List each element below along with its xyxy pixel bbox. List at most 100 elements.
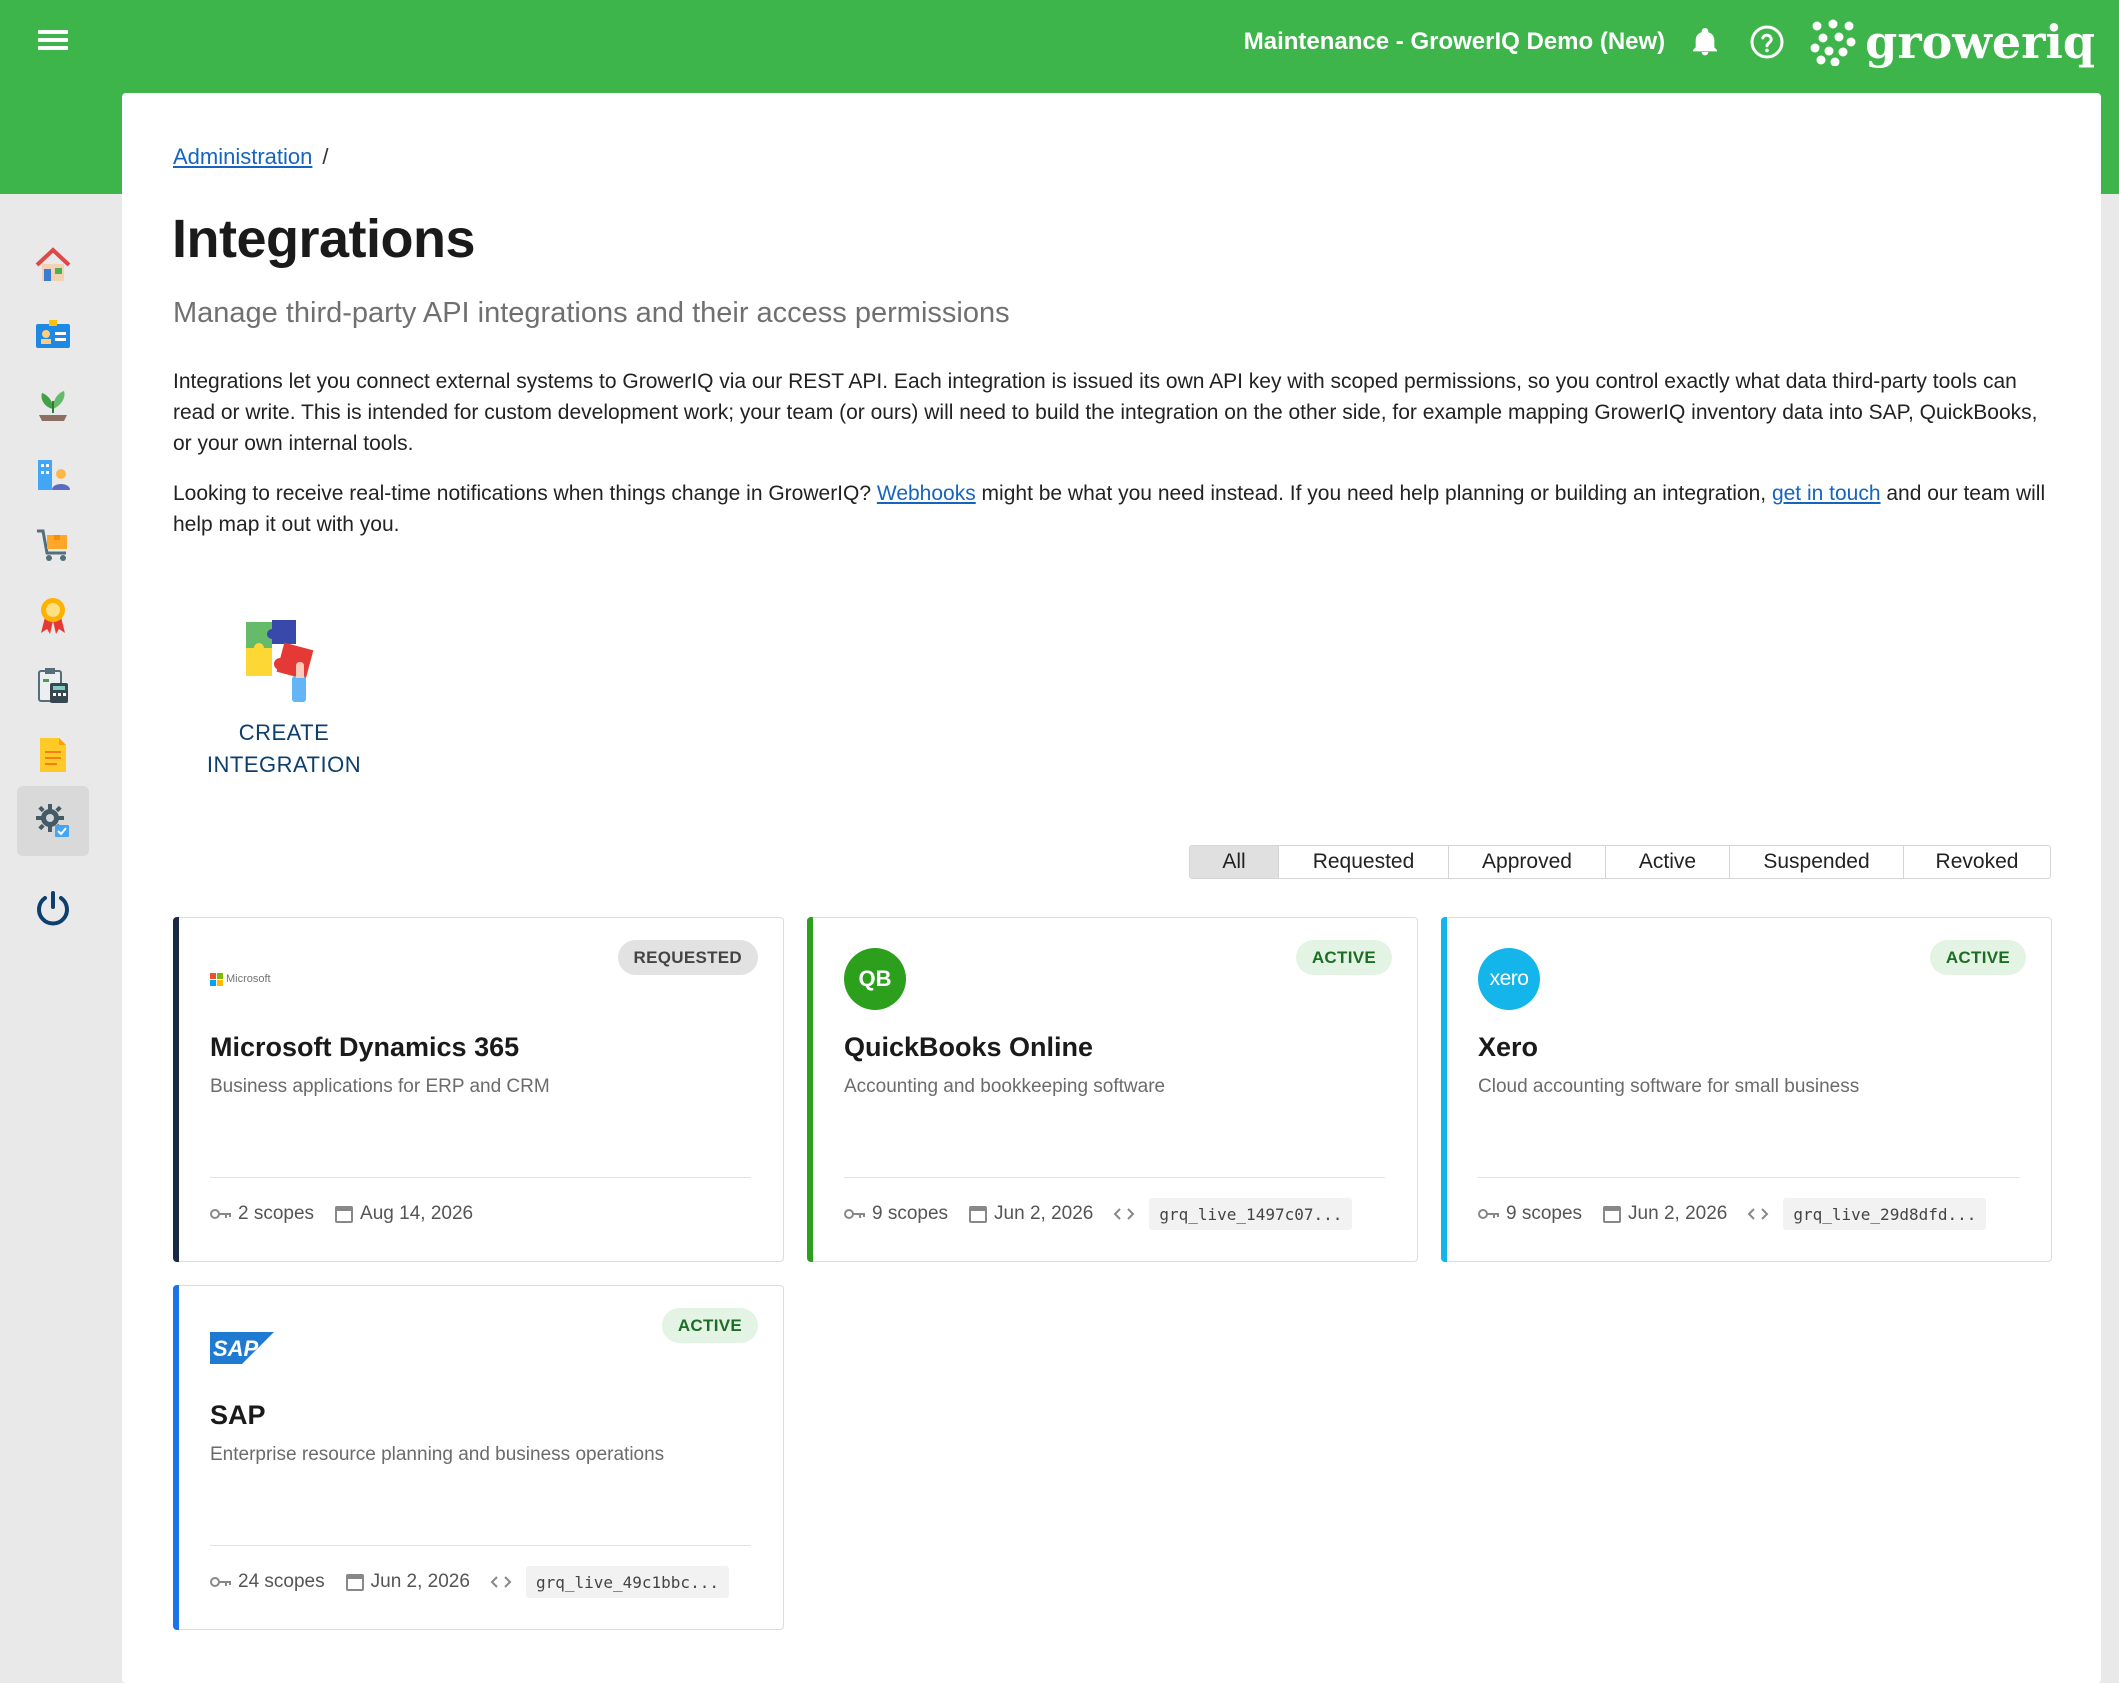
card-meta: 9 scopes Jun 2, 2026 grq_live_29d8dfd... bbox=[1478, 1197, 1987, 1231]
breadcrumb-administration-link[interactable]: Administration bbox=[173, 144, 312, 169]
logo-text: SAP bbox=[213, 1336, 259, 1361]
code-icon bbox=[1113, 1208, 1135, 1220]
organization-title[interactable]: Maintenance - GrowerIQ Demo (New) bbox=[1244, 28, 1665, 56]
scope-count: 24 scopes bbox=[238, 1571, 325, 1592]
get-in-touch-link[interactable]: get in touch bbox=[1772, 482, 1881, 505]
puzzle-icon bbox=[246, 620, 314, 702]
scope-count: 9 scopes bbox=[1506, 1203, 1583, 1224]
calculator-icon bbox=[38, 668, 68, 703]
filter-suspended[interactable]: Suspended bbox=[1730, 846, 1904, 878]
status-badge: ACTIVE bbox=[661, 1308, 758, 1343]
groweriq-logo[interactable]: groweriq bbox=[1809, 15, 2095, 69]
card-divider bbox=[210, 1545, 751, 1546]
sidebar bbox=[0, 194, 122, 1683]
sidebar-item-documents[interactable] bbox=[17, 720, 89, 790]
sidebar-item-cultivation[interactable] bbox=[17, 370, 89, 440]
award-icon bbox=[41, 598, 65, 634]
page-title: Integrations bbox=[172, 209, 476, 269]
create-label-line2: INTEGRATION bbox=[206, 752, 362, 777]
integration-description: Business applications for ERP and CRM bbox=[210, 1076, 550, 1097]
sidebar-item-administration[interactable] bbox=[17, 786, 89, 856]
notes-icon bbox=[40, 738, 66, 772]
card-accent bbox=[807, 917, 813, 1262]
status-badge: REQUESTED bbox=[617, 940, 758, 975]
status-badge: ACTIVE bbox=[1929, 940, 2026, 975]
card-accent bbox=[173, 917, 179, 1262]
api-key-preview[interactable]: grq_live_49c1bbc... bbox=[525, 1566, 729, 1598]
integration-description: Enterprise resource planning and busines… bbox=[210, 1444, 665, 1465]
create-integration-label: CREATE INTEGRATION bbox=[176, 717, 392, 781]
page-subtitle: Manage third-party API integrations and … bbox=[173, 297, 1010, 329]
integration-name: SAP bbox=[210, 1400, 266, 1430]
integration-card[interactable]: ACTIVE QB QuickBooks Online Accounting a… bbox=[807, 917, 1418, 1262]
card-divider bbox=[210, 1177, 751, 1178]
integration-name: Xero bbox=[1478, 1032, 1539, 1062]
plant-icon bbox=[39, 391, 67, 421]
power-icon bbox=[37, 891, 69, 926]
breadcrumb-separator: / bbox=[322, 144, 329, 169]
code-icon bbox=[490, 1576, 512, 1588]
sap-logo: SAP bbox=[210, 1332, 274, 1369]
card-divider bbox=[844, 1177, 1385, 1178]
integration-date: Aug 14, 2026 bbox=[360, 1203, 474, 1224]
sidebar-item-home[interactable] bbox=[17, 230, 89, 300]
breadcrumb: Administration / bbox=[173, 144, 329, 170]
key-icon bbox=[210, 1209, 231, 1219]
filter-active[interactable]: Active bbox=[1606, 846, 1730, 878]
code-icon bbox=[1747, 1208, 1769, 1220]
logo-text: Microsoft bbox=[226, 973, 271, 985]
sidebar-item-sales[interactable] bbox=[17, 510, 89, 580]
integration-description: Accounting and bookkeeping software bbox=[844, 1076, 1166, 1097]
quickbooks-logo: QB bbox=[844, 948, 906, 1010]
integration-card[interactable]: ACTIVE SAP SAP Enterprise resource plann… bbox=[173, 1285, 784, 1630]
card-meta: 9 scopes Jun 2, 2026 grq_live_1497c07... bbox=[844, 1197, 1353, 1231]
integration-card[interactable]: ACTIVE xero Xero Cloud accounting softwa… bbox=[1441, 917, 2052, 1262]
settings-icon bbox=[36, 804, 69, 837]
key-icon bbox=[1478, 1209, 1499, 1219]
bell-icon[interactable] bbox=[1685, 22, 1725, 62]
menu-icon[interactable] bbox=[36, 26, 76, 58]
scope-count: 9 scopes bbox=[872, 1203, 949, 1224]
api-key-preview[interactable]: grq_live_1497c07... bbox=[1149, 1198, 1353, 1230]
create-label-line1: CREATE bbox=[238, 720, 330, 745]
microsoft-grid-icon bbox=[210, 973, 223, 986]
cart-icon bbox=[37, 529, 67, 561]
facility-icon bbox=[38, 460, 70, 490]
sidebar-item-reports[interactable] bbox=[17, 650, 89, 720]
paragraph-text: Looking to receive real-time notificatio… bbox=[173, 482, 877, 505]
api-key-preview[interactable]: grq_live_29d8dfd... bbox=[1783, 1198, 1987, 1230]
webhooks-link[interactable]: Webhooks bbox=[877, 482, 976, 505]
integration-date: Jun 2, 2026 bbox=[1628, 1203, 1728, 1224]
logo-dots-icon bbox=[1810, 19, 1856, 66]
filter-approved[interactable]: Approved bbox=[1449, 846, 1606, 878]
status-filter-group: All Requested Approved Active Suspended … bbox=[1189, 845, 2051, 879]
scope-count: 2 scopes bbox=[238, 1203, 315, 1224]
key-icon bbox=[210, 1577, 231, 1587]
integration-name: QuickBooks Online bbox=[844, 1032, 1094, 1062]
create-integration-button[interactable]: CREATE INTEGRATION bbox=[176, 612, 392, 792]
help-icon[interactable] bbox=[1747, 22, 1787, 62]
card-meta: 24 scopes Jun 2, 2026 grq_live_49c1bbc..… bbox=[210, 1565, 729, 1599]
sidebar-item-facility[interactable] bbox=[17, 440, 89, 510]
microsoft-logo: Microsoft bbox=[210, 951, 271, 986]
calendar-icon bbox=[1603, 1206, 1622, 1223]
xero-logo: xero bbox=[1478, 948, 1540, 1010]
webhooks-paragraph: Looking to receive real-time notificatio… bbox=[173, 478, 2053, 540]
filter-all[interactable]: All bbox=[1190, 846, 1279, 878]
card-accent bbox=[1441, 917, 1447, 1262]
intro-paragraph: Integrations let you connect external sy… bbox=[173, 370, 2038, 455]
filter-revoked[interactable]: Revoked bbox=[1904, 846, 2050, 878]
sidebar-item-quality[interactable] bbox=[17, 580, 89, 650]
integration-card[interactable]: REQUESTED Microsoft Microsoft Dynamics 3… bbox=[173, 917, 784, 1262]
sidebar-item-logout[interactable] bbox=[17, 874, 89, 944]
sidebar-item-people[interactable] bbox=[17, 300, 89, 370]
status-badge: ACTIVE bbox=[1295, 940, 1392, 975]
card-meta: 2 scopes Aug 14, 2026 bbox=[210, 1197, 493, 1231]
calendar-icon bbox=[335, 1206, 354, 1223]
id-card-icon bbox=[36, 320, 70, 348]
integration-name: Microsoft Dynamics 365 bbox=[210, 1032, 520, 1062]
home-icon bbox=[35, 247, 71, 281]
integration-date: Jun 2, 2026 bbox=[370, 1571, 470, 1592]
filter-requested[interactable]: Requested bbox=[1279, 846, 1449, 878]
logo-wordmark: groweriq bbox=[1865, 15, 2095, 69]
